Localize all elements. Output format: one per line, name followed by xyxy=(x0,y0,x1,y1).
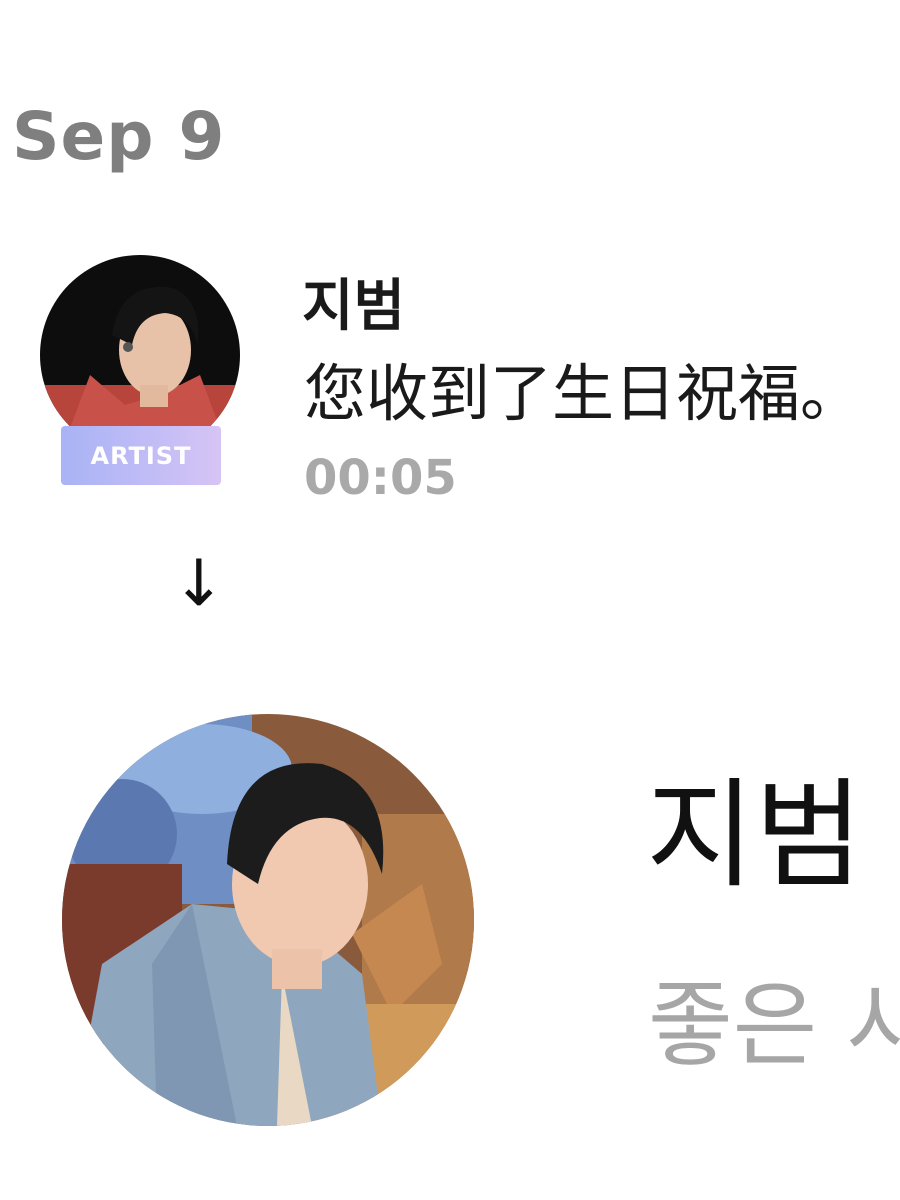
down-arrow-icon: ↓ xyxy=(172,547,226,621)
sender-name: 지범 xyxy=(302,274,406,339)
artist-avatar[interactable] xyxy=(40,255,240,455)
profile-avatar[interactable] xyxy=(62,714,474,1126)
notification-time: 00:05 xyxy=(304,450,457,506)
date-header: Sep 9 xyxy=(12,98,226,175)
artist-photo-icon xyxy=(40,255,240,455)
artist-badge: ARTIST xyxy=(61,426,221,485)
profile-photo-icon xyxy=(62,714,474,1126)
profile-name: 지범 xyxy=(646,766,864,904)
profile-status-message: 좋은 사 xyxy=(648,975,900,1077)
screen: Sep 9 ARTIST 지범 您收到了生日祝福。 00:05 ↓ 지범 좋은 … xyxy=(0,0,900,1200)
notification-message: 您收到了生日祝福。 xyxy=(304,360,863,429)
